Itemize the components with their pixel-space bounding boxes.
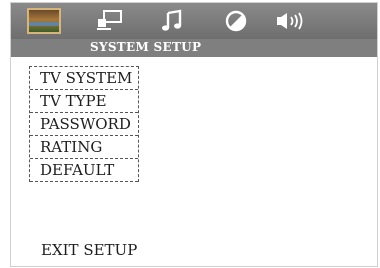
video-setup-icon <box>97 10 122 30</box>
menu-item-tv-type[interactable]: TV TYPE <box>30 90 138 113</box>
setup-window: SYSTEM SETUP TV SYSTEM TV TYPE PASSWORD … <box>10 2 378 267</box>
tab-general-setup[interactable] <box>25 5 63 37</box>
tab-audio-setup[interactable] <box>157 7 187 35</box>
tab-speaker-setup[interactable] <box>273 7 313 35</box>
section-header-bar: SYSTEM SETUP <box>11 39 377 57</box>
menu-item-password[interactable]: PASSWORD <box>30 113 138 136</box>
tab-video-setup[interactable] <box>93 7 127 35</box>
setup-menu: TV SYSTEM TV TYPE PASSWORD RATING DEFAUL… <box>29 66 139 182</box>
menu-item-default[interactable]: DEFAULT <box>30 159 138 182</box>
music-note-icon <box>162 9 182 31</box>
menu-item-tv-system[interactable]: TV SYSTEM <box>30 67 138 90</box>
top-tab-bar <box>11 3 377 39</box>
menu-item-rating[interactable]: RATING <box>30 136 138 159</box>
exit-setup-button[interactable]: EXIT SETUP <box>41 241 137 259</box>
section-title: SYSTEM SETUP <box>90 40 202 54</box>
contrast-icon <box>225 10 247 32</box>
picture-icon <box>27 8 61 34</box>
speaker-icon <box>277 12 303 30</box>
tab-preference-setup[interactable] <box>221 7 251 35</box>
